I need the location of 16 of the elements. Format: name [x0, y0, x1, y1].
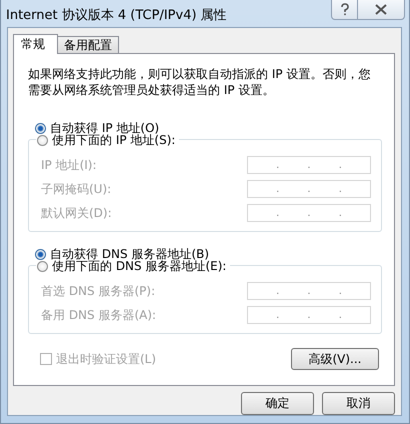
- field-label: 首选 DNS 服务器(P):: [41, 282, 156, 300]
- ok-button[interactable]: 确定: [241, 392, 314, 415]
- window-title: Internet 协议版本 4 (TCP/IPv4) 属性: [6, 6, 227, 24]
- field-label: 子网掩码(U):: [41, 180, 112, 198]
- help-button[interactable]: [331, 0, 358, 20]
- close-icon: [375, 4, 387, 15]
- help-icon: [340, 3, 350, 16]
- tab[interactable]: 常规: [13, 34, 58, 54]
- description-text: 如果网络支持此功能，则可以获取自动指派的 IP 设置。否则，您需要从网络系统管理员处获得适当的 IP 设置。: [28, 66, 372, 98]
- field-label: 默认网关(D):: [41, 204, 112, 222]
- close-button[interactable]: [358, 0, 405, 20]
- field-label: IP 地址(I):: [41, 156, 97, 174]
- cancel-button[interactable]: 取消: [322, 392, 395, 415]
- field-label: 备用 DNS 服务器(A):: [41, 306, 156, 324]
- advanced-button[interactable]: 高级(V)...: [291, 348, 379, 370]
- tab[interactable]: 备用配置: [57, 36, 119, 53]
